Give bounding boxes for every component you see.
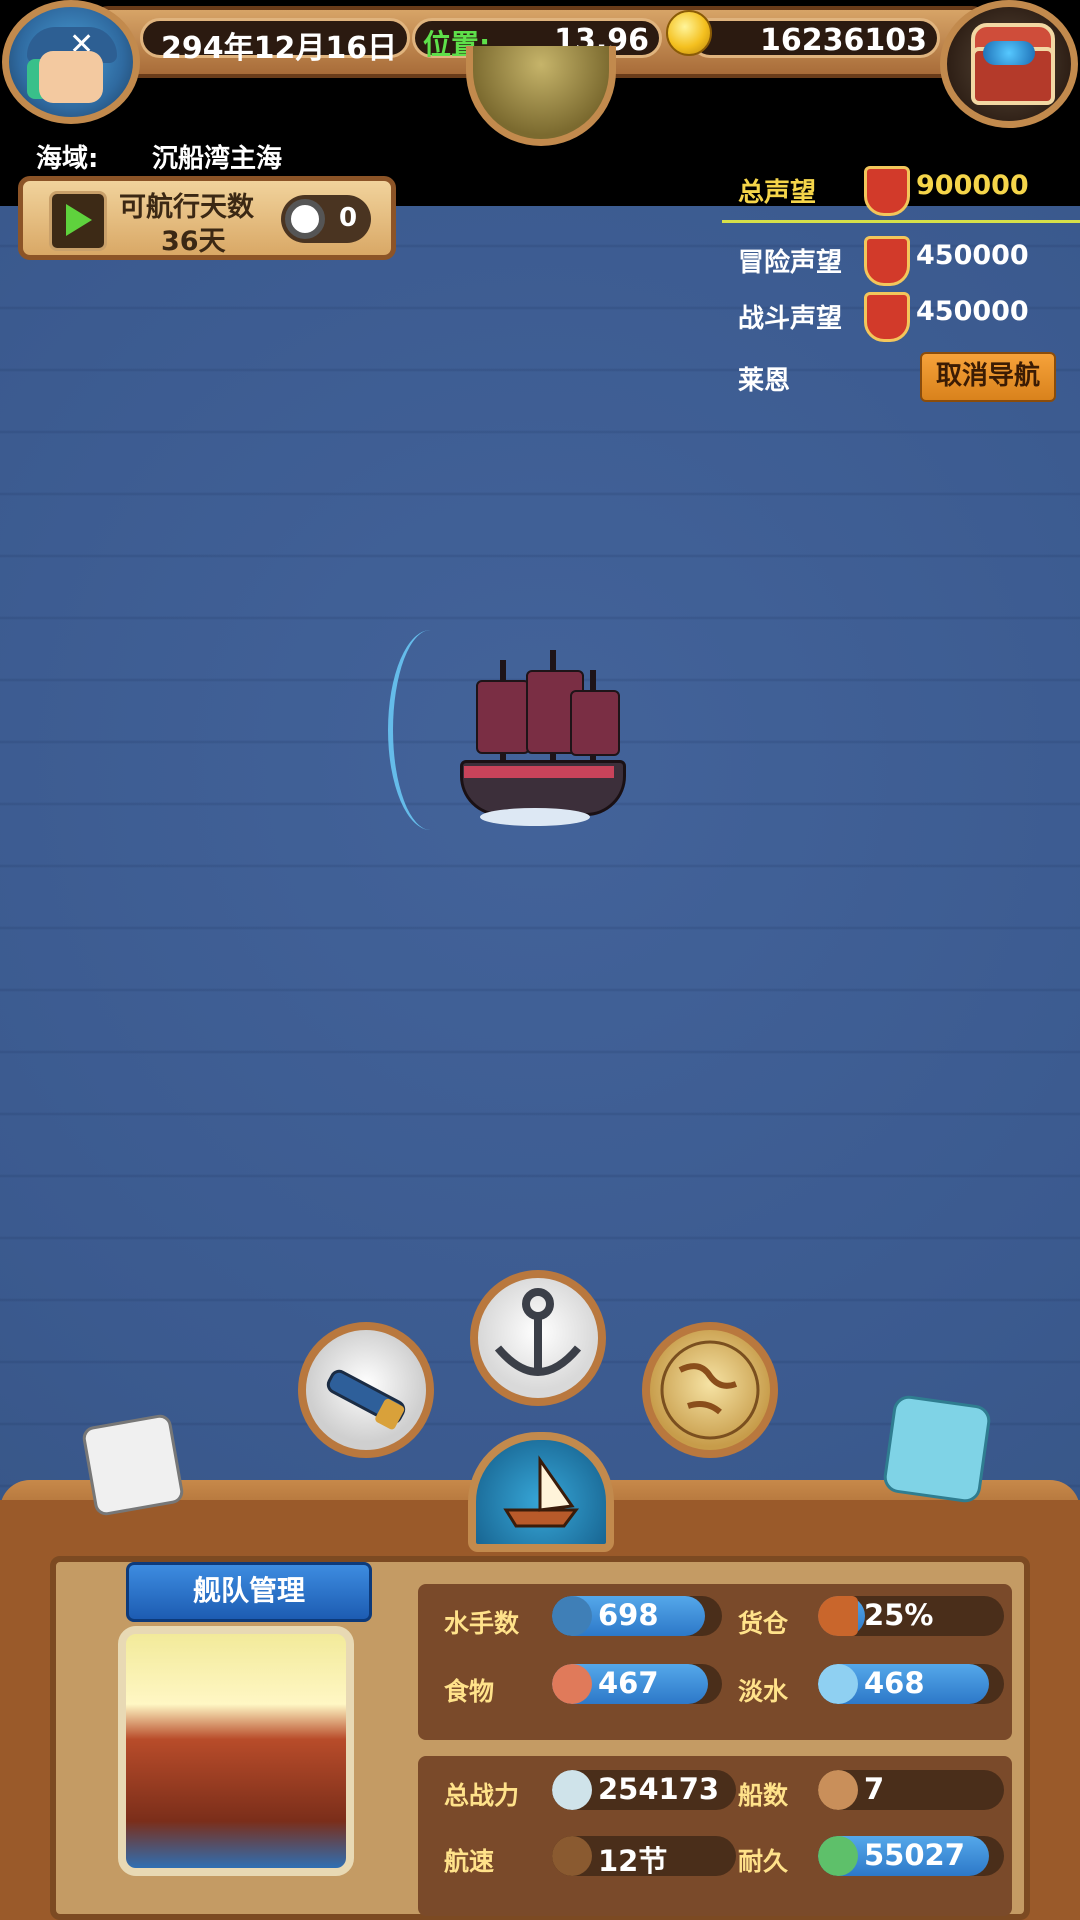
date-display: 294年12月16日	[140, 18, 410, 66]
battle-reputation-label: 战斗声望	[738, 304, 843, 334]
blue-cat-mascot[interactable]	[881, 1393, 993, 1505]
sea-region-value: 沉船湾主海	[152, 144, 283, 174]
adventure-reputation-label: 冒险声望	[738, 248, 843, 278]
destination-label: 莱恩	[738, 366, 791, 396]
ship-button[interactable]	[468, 1432, 614, 1552]
water-label: 淡水	[738, 1677, 789, 1706]
water-bar: 468	[818, 1664, 1004, 1704]
auto-sail-toggle[interactable]: 0	[281, 195, 371, 243]
durability-icon	[818, 1836, 858, 1876]
player-ship[interactable]	[440, 650, 630, 830]
white-cube-mascot[interactable]	[80, 1412, 186, 1518]
water-jug-icon	[818, 1664, 858, 1704]
adventure-shield-icon	[864, 236, 910, 286]
battle-shield-icon	[864, 292, 910, 342]
spyglass-button[interactable]	[298, 1322, 434, 1458]
sailor-icon	[552, 1596, 592, 1636]
power-label: 总战力	[444, 1781, 520, 1810]
cargo-bar: 25%	[818, 1596, 1004, 1636]
ship-sail-icon	[476, 680, 530, 754]
speed-ship-icon	[552, 1836, 592, 1876]
fleet-management-title[interactable]: 舰队管理	[126, 1562, 372, 1622]
adventure-reputation-value: 450000	[916, 240, 1029, 271]
world-map-button[interactable]	[642, 1322, 778, 1458]
cargo-label: 货仓	[738, 1609, 789, 1638]
battle-reputation-value: 450000	[916, 296, 1029, 327]
toggle-count: 0	[339, 203, 358, 233]
sailors-value: 698	[598, 1598, 659, 1632]
durability-label: 耐久	[738, 1847, 789, 1876]
total-reputation-icon	[864, 166, 910, 216]
water-value: 468	[864, 1666, 925, 1700]
gold-display: 16236103	[690, 18, 940, 58]
sea-region-label: 海域:	[36, 144, 99, 174]
cargo-crate-icon	[818, 1596, 858, 1636]
anchor-icon	[494, 1288, 582, 1376]
sailors-label: 水手数	[444, 1609, 520, 1638]
power-bar: 254173	[552, 1770, 736, 1810]
ship-count-value: 7	[864, 1772, 885, 1806]
food-label: 食物	[444, 1677, 495, 1706]
durability-bar: 55027	[818, 1836, 1004, 1876]
treasure-chest-button[interactable]	[940, 0, 1078, 128]
ship-count-bar: 7	[818, 1770, 1004, 1810]
reputation-panel: 总声望 900000 冒险声望 450000 战斗声望 450000 莱恩 取消…	[720, 160, 1080, 420]
toggle-knob-icon	[285, 199, 325, 239]
sailors-bar: 698	[552, 1596, 722, 1636]
spyglass-icon	[326, 1369, 406, 1430]
cancel-navigation-button[interactable]: 取消导航	[920, 352, 1056, 402]
speed-label: 航速	[444, 1847, 495, 1876]
ship-icon	[503, 1455, 579, 1528]
power-value: 254173	[598, 1772, 720, 1806]
date-text: 294年12月16日	[161, 31, 398, 66]
speed-bar: 12节	[552, 1836, 736, 1876]
total-reputation-label: 总声望	[738, 178, 817, 208]
navigation-days-value: 36天	[161, 226, 226, 257]
ship-count-label: 船数	[738, 1781, 789, 1810]
food-bar: 467	[552, 1664, 722, 1704]
total-reputation-value: 900000	[916, 170, 1029, 201]
anchor-button[interactable]	[470, 1270, 606, 1406]
skull-icon	[552, 1770, 592, 1810]
ships-icon	[818, 1770, 858, 1810]
play-icon[interactable]	[49, 191, 107, 251]
fleet-ship-portrait[interactable]	[118, 1626, 354, 1876]
cargo-value: 25%	[864, 1598, 934, 1632]
speed-value: 12节	[598, 1844, 668, 1876]
meat-icon	[552, 1664, 592, 1704]
navigation-days-panel: 可航行天数 36天 0	[18, 176, 396, 260]
gold-coin-icon	[666, 10, 712, 56]
divider	[722, 220, 1080, 223]
food-value: 467	[598, 1666, 659, 1700]
durability-value: 55027	[864, 1838, 965, 1872]
gold-value: 16236103	[760, 23, 927, 58]
world-map-icon	[660, 1340, 760, 1440]
player-avatar[interactable]: ✕	[2, 0, 140, 124]
